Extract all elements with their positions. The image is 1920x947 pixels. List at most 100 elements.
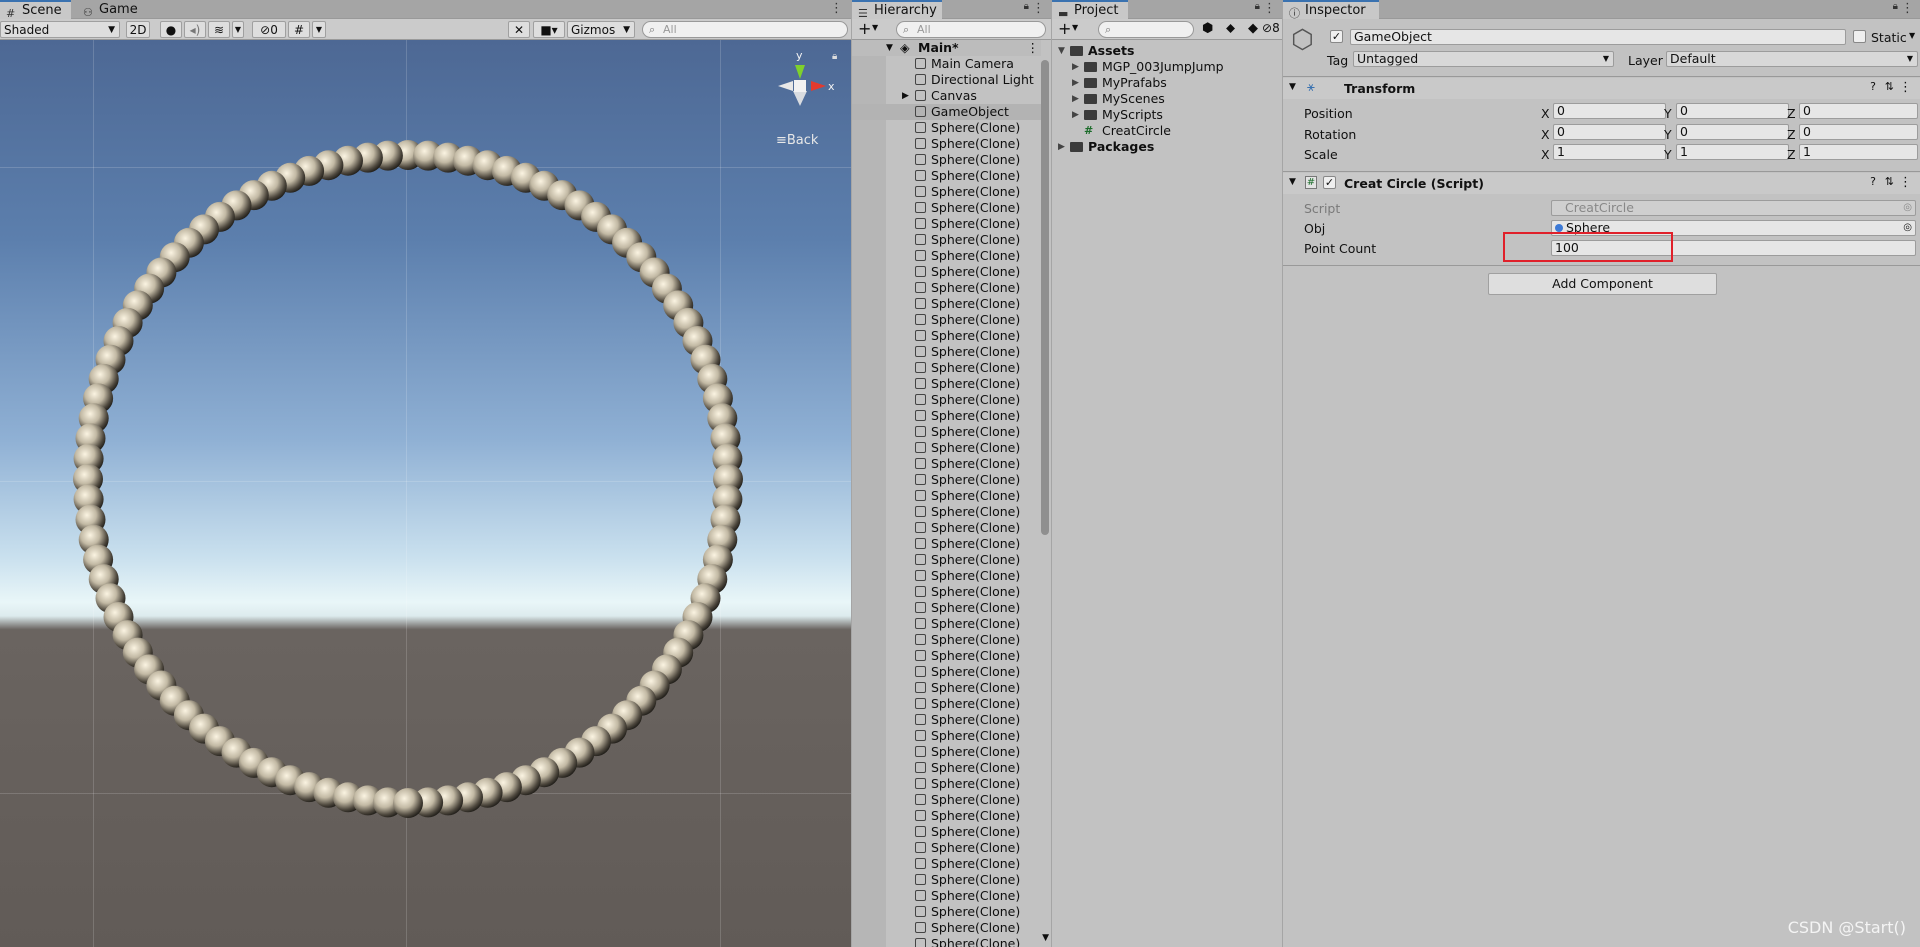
effects-dropdown-icon[interactable]: ▼	[232, 21, 244, 38]
hierarchy-item[interactable]: Sphere(Clone)	[852, 408, 1041, 424]
expand-arrow-icon[interactable]: ▶	[1058, 139, 1070, 155]
kebab-menu-icon[interactable]: ⋮	[1899, 175, 1912, 190]
project-tree-item[interactable]: ▶ MyScripts	[1052, 107, 1282, 123]
hierarchy-item[interactable]: Sphere(Clone)	[852, 744, 1041, 760]
kebab-menu-icon[interactable]: ⋮	[1263, 1, 1276, 16]
hierarchy-item[interactable]: Sphere(Clone)	[852, 616, 1041, 632]
hierarchy-item[interactable]: Sphere(Clone)	[852, 152, 1041, 168]
hierarchy-item[interactable]: Sphere(Clone)	[852, 328, 1041, 344]
toggle-2d-button[interactable]: 2D	[126, 21, 150, 38]
tools-icon[interactable]: ✕	[508, 21, 530, 38]
hierarchy-item[interactable]: Sphere(Clone)	[852, 392, 1041, 408]
hierarchy-item[interactable]: Sphere(Clone)	[852, 184, 1041, 200]
tab-project[interactable]: ▬ Project	[1052, 0, 1128, 20]
hierarchy-item[interactable]: Directional Light	[852, 72, 1041, 88]
hierarchy-item[interactable]: Sphere(Clone)	[852, 568, 1041, 584]
orientation-gizmo[interactable]: y x	[770, 49, 840, 129]
shading-mode-dropdown[interactable]: Shaded ▼	[0, 21, 120, 38]
hierarchy-item[interactable]: Sphere(Clone)	[852, 872, 1041, 888]
object-picker-icon[interactable]: ◎	[1903, 221, 1912, 235]
preset-icon[interactable]: ⇅	[1885, 80, 1894, 93]
hierarchy-item[interactable]: Sphere(Clone)	[852, 136, 1041, 152]
hierarchy-item[interactable]: Sphere(Clone)	[852, 728, 1041, 744]
effects-icon[interactable]: ≋	[208, 21, 230, 38]
layer-dropdown[interactable]: Default ▼	[1666, 51, 1918, 67]
tab-hierarchy[interactable]: ☰ Hierarchy	[852, 0, 942, 20]
hierarchy-item[interactable]: Sphere(Clone)	[852, 936, 1041, 947]
lock-icon[interactable]: 🔒︎	[1255, 1, 1260, 12]
hierarchy-item[interactable]: Sphere(Clone)	[852, 488, 1041, 504]
position-x-field[interactable]: 0	[1553, 103, 1666, 119]
sphere-clone[interactable]	[393, 788, 423, 818]
kebab-menu-icon[interactable]: ⋮	[1027, 40, 1040, 56]
hidden-packages-toggle[interactable]: ⊘8	[1262, 21, 1280, 35]
tab-scene[interactable]: # Scene	[0, 0, 71, 20]
position-z-field[interactable]: 0	[1799, 103, 1918, 119]
hierarchy-item[interactable]: Sphere(Clone)	[852, 712, 1041, 728]
active-checkbox[interactable]: ✓	[1330, 30, 1343, 43]
tag-dropdown[interactable]: Untagged ▼	[1353, 51, 1614, 67]
hierarchy-item[interactable]: Sphere(Clone)	[852, 280, 1041, 296]
position-y-field[interactable]: 0	[1676, 103, 1789, 119]
hierarchy-search-input[interactable]: ⌕ All	[896, 21, 1046, 38]
hierarchy-item[interactable]: Sphere(Clone)	[852, 264, 1041, 280]
hierarchy-scrollbar[interactable]	[1041, 60, 1049, 535]
hierarchy-item[interactable]: Sphere(Clone)	[852, 792, 1041, 808]
hierarchy-item[interactable]: Sphere(Clone)	[852, 760, 1041, 776]
help-icon[interactable]: ?	[1870, 175, 1876, 188]
add-icon[interactable]: +	[1058, 19, 1071, 38]
scale-x-field[interactable]: 1	[1553, 144, 1666, 160]
camera-icon[interactable]: ■▾	[533, 21, 565, 38]
hierarchy-item[interactable]: Sphere(Clone)	[852, 584, 1041, 600]
hierarchy-item[interactable]: Sphere(Clone)	[852, 856, 1041, 872]
hierarchy-item[interactable]: Main Camera	[852, 56, 1041, 72]
hierarchy-item[interactable]: Sphere(Clone)	[852, 168, 1041, 184]
scale-y-field[interactable]: 1	[1676, 144, 1789, 160]
object-name-field[interactable]: GameObject	[1350, 29, 1846, 45]
audio-icon[interactable]: ◂)	[184, 21, 206, 38]
expand-arrow-icon[interactable]: ▶	[902, 88, 909, 104]
hierarchy-item[interactable]: Sphere(Clone)	[852, 200, 1041, 216]
tab-inspector[interactable]: ⓘ Inspector	[1283, 0, 1379, 20]
hierarchy-item[interactable]: Sphere(Clone)	[852, 360, 1041, 376]
scene-root-row[interactable]: ▼ ◈ Main* ⋮	[852, 40, 1041, 56]
hierarchy-item[interactable]: Sphere(Clone)	[852, 776, 1041, 792]
hierarchy-item[interactable]: Sphere(Clone)	[852, 680, 1041, 696]
dropdown-arrow-icon[interactable]: ▼	[1072, 23, 1078, 32]
transform-header[interactable]: ▼ ⚹ Transform ? ⇅ ⋮	[1283, 78, 1920, 99]
hierarchy-item[interactable]: Sphere(Clone)	[852, 232, 1041, 248]
rotation-x-field[interactable]: 0	[1553, 124, 1666, 140]
filter-label-icon[interactable]: ⬥	[1226, 21, 1235, 36]
hierarchy-item[interactable]: Sphere(Clone)	[852, 664, 1041, 680]
hierarchy-item[interactable]: Sphere(Clone)	[852, 536, 1041, 552]
hierarchy-item[interactable]: Sphere(Clone)	[852, 344, 1041, 360]
hierarchy-item[interactable]: Sphere(Clone)	[852, 456, 1041, 472]
lock-icon[interactable]: 🔒︎	[1893, 1, 1898, 12]
project-search-input[interactable]: ⌕	[1098, 21, 1194, 38]
scroll-down-icon[interactable]: ▼	[1042, 933, 1049, 943]
project-tree-item[interactable]: ▶ MyPrafabs	[1052, 75, 1282, 91]
expand-arrow-icon[interactable]: ▶	[1072, 91, 1084, 107]
hierarchy-item[interactable]: Sphere(Clone)	[852, 248, 1041, 264]
dropdown-arrow-icon[interactable]: ▼	[872, 23, 878, 32]
kebab-menu-icon[interactable]: ⋮	[830, 1, 843, 16]
expand-arrow-icon[interactable]: ▶	[1072, 59, 1084, 75]
collapse-arrow-icon[interactable]: ▼	[1289, 177, 1296, 187]
view-back-label[interactable]: ≡Back	[776, 133, 818, 148]
hierarchy-item[interactable]: Sphere(Clone)	[852, 296, 1041, 312]
hierarchy-item[interactable]: Sphere(Clone)	[852, 904, 1041, 920]
collapse-arrow-icon[interactable]: ▼	[1058, 43, 1070, 59]
hierarchy-item[interactable]: ▶ Canvas	[852, 88, 1041, 104]
scene-viewport[interactable]	[0, 40, 851, 947]
grid-dropdown-icon[interactable]: ▼	[312, 21, 326, 38]
preset-icon[interactable]: ⇅	[1885, 175, 1894, 188]
creat-circle-header[interactable]: ▼ # ✓ Creat Circle (Script) ? ⇅ ⋮	[1283, 173, 1920, 194]
hidden-objects-toggle[interactable]: ⊘0	[252, 21, 286, 38]
collapse-arrow-icon[interactable]: ▼	[1289, 82, 1296, 92]
lighting-icon[interactable]: ●	[160, 21, 182, 38]
component-enabled-checkbox[interactable]: ✓	[1323, 176, 1336, 189]
add-component-button[interactable]: Add Component	[1488, 273, 1717, 295]
add-icon[interactable]: +	[858, 19, 871, 38]
rotation-z-field[interactable]: 0	[1799, 124, 1918, 140]
hierarchy-item[interactable]: GameObject	[852, 104, 1041, 120]
